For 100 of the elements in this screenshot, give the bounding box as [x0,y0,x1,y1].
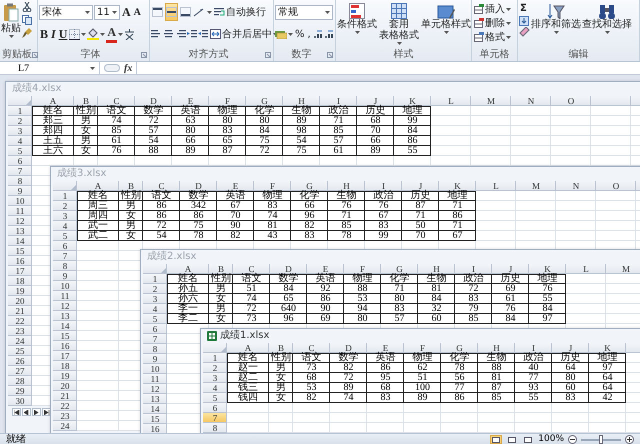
row-header[interactable]: 8 [203,423,227,433]
grow-font-button[interactable]: A [121,3,132,21]
align-right-icon[interactable] [175,29,186,39]
zoom-out-icon[interactable] [568,435,577,444]
row-header[interactable]: 1 [8,106,32,116]
zoom-in-icon[interactable] [625,435,634,444]
row-header[interactable]: 2 [143,284,167,294]
column-header[interactable]: D [135,96,172,106]
column-header[interactable]: K [394,96,431,106]
insert-button[interactable]: 插入 [473,2,512,16]
column-header[interactable]: M [606,264,640,274]
row-header[interactable]: 17 [53,351,77,361]
row-header[interactable]: 18 [53,361,77,371]
column-header[interactable]: E [217,181,254,191]
shrink-font-button[interactable]: A [132,3,142,21]
brush-icon[interactable] [22,28,32,38]
autosum-button[interactable]: Σ [519,2,530,15]
column-header[interactable]: B [119,181,143,191]
align-center-icon[interactable] [163,29,174,39]
column-header[interactable]: I [365,181,402,191]
column-header[interactable]: B [269,343,293,353]
row-header[interactable]: 29 [8,386,32,396]
sort-filter-button[interactable]: 排序和筛选 [531,2,581,46]
normal-view-button[interactable] [490,435,502,444]
row-header[interactable]: 25 [8,346,32,356]
row-header[interactable]: 8 [143,344,167,354]
column-header[interactable]: N [556,181,596,191]
column-header[interactable]: A [77,181,119,191]
row-header[interactable]: 12 [8,216,32,226]
column-header[interactable]: K [529,264,566,274]
column-header[interactable]: D [270,264,307,274]
row-header[interactable]: 5 [203,393,227,403]
row-header[interactable]: 24 [8,336,32,346]
page-layout-button[interactable] [506,435,518,444]
row-header[interactable]: 30 [8,396,32,406]
row-header[interactable]: 13 [8,226,32,236]
row-header[interactable]: 6 [203,403,227,413]
fill-icon[interactable] [519,16,529,26]
row-header[interactable]: 18 [8,276,32,286]
row-header[interactable]: 10 [8,196,32,206]
first-sheet-button[interactable] [12,408,21,416]
align-left-icon[interactable] [151,29,162,39]
row-header[interactable]: 7 [203,413,227,423]
row-header[interactable]: 9 [53,271,77,281]
column-header[interactable]: D [180,181,217,191]
row-header[interactable]: 10 [53,281,77,291]
row-header[interactable]: 11 [8,206,32,216]
column-header[interactable]: E [172,96,209,106]
column-header[interactable]: F [344,264,381,274]
column-header[interactable]: F [209,96,246,106]
previous-sheet-button[interactable] [22,408,31,416]
column-header[interactable]: B [74,96,98,106]
row-header[interactable]: 22 [53,401,77,411]
column-header[interactable]: G [291,181,328,191]
column-header[interactable]: H [283,96,320,106]
row-header[interactable]: 20 [53,381,77,391]
row-header[interactable]: 2 [53,201,77,211]
column-header[interactable]: N [511,96,551,106]
row-header[interactable]: 4 [143,304,167,314]
row-header[interactable]: 14 [143,404,167,414]
column-header[interactable]: J [492,264,529,274]
row-header[interactable]: 1 [203,353,227,363]
row-header[interactable]: 11 [143,374,167,384]
find-select-button[interactable]: 查找和选择 [582,2,632,46]
row-header[interactable]: 15 [53,331,77,341]
row-header[interactable]: 13 [143,394,167,404]
orientation-icon[interactable] [193,7,206,17]
column-header[interactable]: G [381,264,418,274]
paste-button[interactable]: 粘贴 [1,2,21,46]
number-format-field[interactable]: 常规 [275,4,333,20]
row-header[interactable]: 6 [143,324,167,334]
vertical-align-button[interactable] [165,3,178,21]
column-header[interactable]: I [320,96,357,106]
column-header[interactable]: G [246,96,283,106]
column-header[interactable]: C [293,343,330,353]
row-header[interactable]: 16 [143,424,167,433]
copy-icon[interactable] [22,15,32,25]
row-header[interactable]: 9 [8,186,32,196]
row-header[interactable]: 12 [143,384,167,394]
column-header[interactable]: A [32,96,74,106]
indent-icon[interactable] [198,29,208,39]
row-header[interactable]: 16 [8,256,32,266]
row-header[interactable]: 21 [8,306,32,316]
row-header[interactable]: 27 [8,366,32,376]
row-header[interactable]: 8 [53,261,77,271]
underline-button[interactable]: U [58,25,68,43]
comma-button[interactable]: , [306,25,312,43]
next-sheet-button[interactable] [32,408,41,416]
row-header[interactable]: 20 [8,296,32,306]
column-header[interactable]: K [439,181,476,191]
bold-button[interactable]: B [39,25,50,43]
row-header[interactable]: 22 [8,316,32,326]
slider-thumb[interactable] [599,434,603,444]
eraser-icon[interactable] [519,27,530,37]
row-header[interactable]: 7 [53,251,77,261]
row-header[interactable]: 7 [143,334,167,344]
row-header[interactable]: 9 [143,354,167,364]
row-header[interactable]: 3 [53,211,77,221]
row-header[interactable]: 17 [8,266,32,276]
row-header[interactable]: 1 [143,274,167,284]
